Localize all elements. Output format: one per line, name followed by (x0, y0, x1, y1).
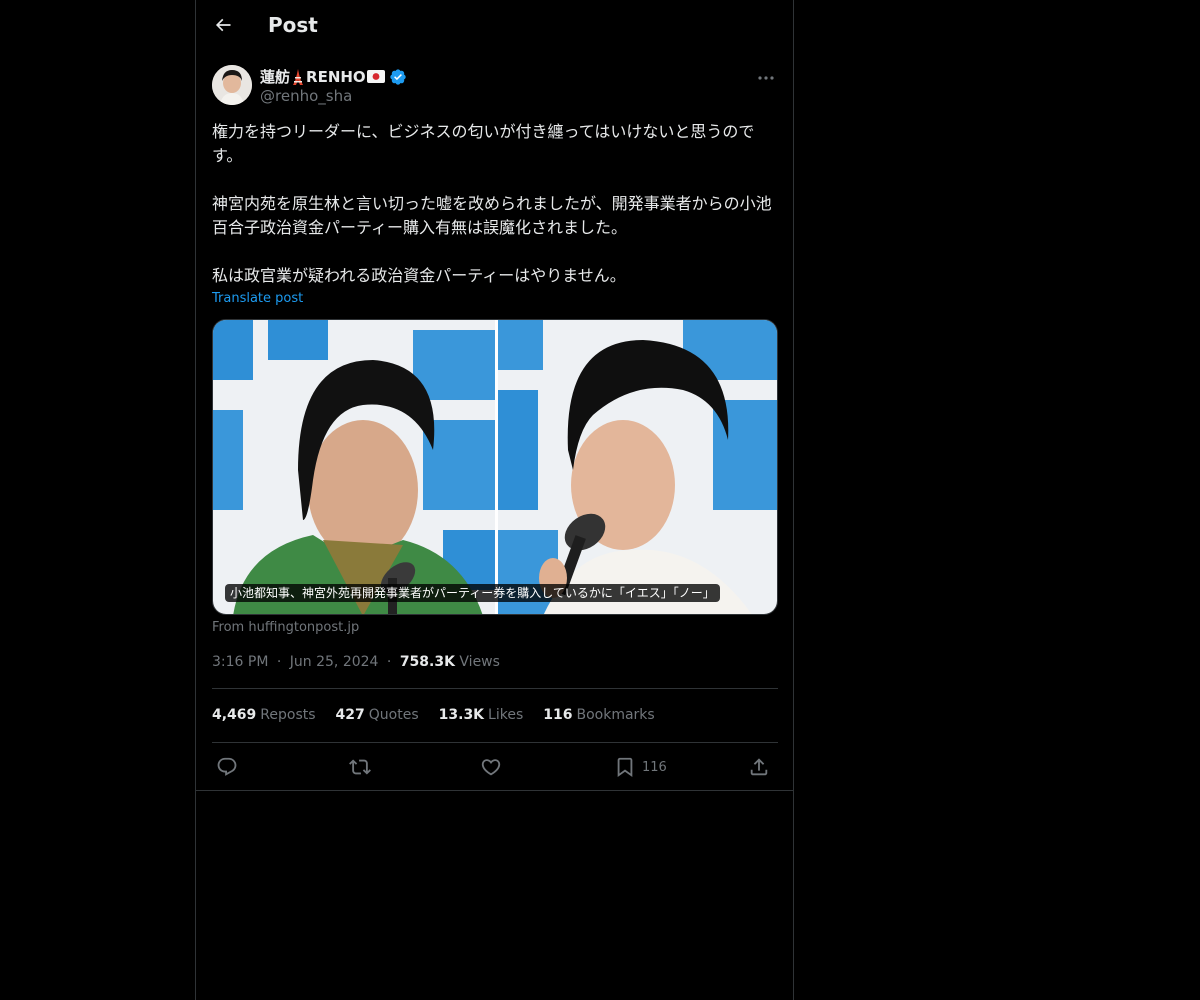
bookmarks-count: 116 (543, 707, 573, 723)
bookmarks-stat[interactable]: 116 Bookmarks (543, 707, 654, 723)
post-date[interactable]: Jun 25, 2024 (290, 654, 379, 670)
post-column: Post 蓮舫 RENHO @renho_sha 権力を持つリーダーに、ビジネス… (195, 0, 794, 1000)
reposts-label: Reposts (260, 707, 316, 723)
meta-separator: · (386, 654, 392, 670)
avatar[interactable] (212, 65, 252, 105)
action-bar: 116 (212, 752, 778, 784)
bookmark-count: 116 (642, 759, 667, 775)
more-options-button[interactable] (753, 64, 779, 86)
quotes-label: Quotes (368, 707, 419, 723)
post-time[interactable]: 3:16 PM (212, 654, 268, 670)
reply-icon (216, 756, 238, 778)
quotes-stat[interactable]: 427 Quotes (336, 707, 419, 723)
divider (212, 742, 778, 743)
repost-icon (349, 756, 371, 778)
author-name[interactable]: 蓮舫 (260, 66, 290, 87)
post-meta: 3:16 PM · Jun 25, 2024 · 758.3K Views (212, 654, 500, 670)
verified-badge-icon[interactable] (389, 68, 407, 86)
media-caption: 小池都知事、神宮外苑再開発事業者がパーティー券を購入しているかに「イエス」「ノー… (225, 584, 720, 602)
japan-flag-icon (366, 70, 385, 83)
bookmarks-label: Bookmarks (576, 707, 655, 723)
reply-button[interactable] (216, 756, 238, 778)
views-label: Views (459, 654, 500, 670)
like-button[interactable] (480, 756, 502, 778)
post-header: Post (196, 0, 793, 54)
heart-icon (480, 756, 502, 778)
author-name-suffix[interactable]: RENHO (306, 68, 366, 86)
author-handle[interactable]: @renho_sha (260, 87, 352, 105)
repost-button[interactable] (349, 756, 371, 778)
tweet-text: 権力を持つリーダーに、ビジネスの匂いが付き纏ってはいけないと思うのです。 神宮内… (212, 120, 782, 288)
reposts-count: 4,469 (212, 707, 257, 723)
bookmark-icon (614, 756, 636, 778)
more-dots-icon (757, 66, 775, 85)
tokyo-tower-icon (291, 68, 305, 85)
likes-label: Likes (488, 707, 524, 723)
engagement-stats: 4,469 Reposts 427 Quotes 13.3K Likes 116 Boo… (212, 707, 655, 723)
link-source[interactable]: From huffingtonpost.jp (212, 620, 359, 635)
reposts-stat[interactable]: 4,469 Reposts (212, 707, 316, 723)
page-title: Post (268, 13, 318, 37)
share-button[interactable] (748, 756, 770, 778)
views-count: 758.3K (399, 654, 455, 670)
divider (212, 688, 778, 689)
tweet-paragraph: 権力を持つリーダーに、ビジネスの匂いが付き纏ってはいけないと思うのです。 (212, 122, 755, 165)
back-button[interactable] (206, 10, 240, 44)
tweet-paragraph: 私は政官業が疑われる政治資金パーティーはやりません。 (212, 266, 626, 285)
arrow-left-icon (213, 15, 233, 39)
quotes-count: 427 (335, 707, 365, 723)
meta-separator: · (276, 654, 282, 670)
share-icon (748, 756, 770, 778)
news-photo (213, 320, 777, 614)
divider (196, 790, 793, 791)
author-name-row[interactable]: 蓮舫 RENHO (260, 66, 408, 87)
link-card-image[interactable]: 小池都知事、神宮外苑再開発事業者がパーティー券を購入しているかに「イエス」「ノー… (212, 319, 778, 615)
likes-stat[interactable]: 13.3K Likes (439, 707, 524, 723)
bookmark-button[interactable]: 116 (614, 756, 667, 778)
likes-count: 13.3K (438, 707, 485, 723)
translate-post-link[interactable]: Translate post (212, 291, 303, 306)
tweet-paragraph: 神宮内苑を原生林と言い切った嘘を改められましたが、開発事業者からの小池百合子政治… (212, 194, 772, 237)
